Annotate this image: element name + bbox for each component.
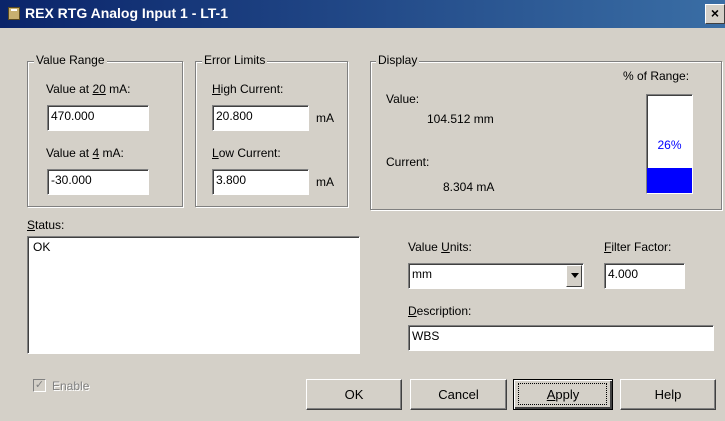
status-textarea[interactable]: OK [27, 236, 360, 354]
chevron-down-icon [571, 273, 579, 278]
ok-button-label: OK [344, 387, 364, 402]
checkmark-icon: ✓ [34, 379, 45, 391]
current-reading: 8.304 mA [443, 180, 495, 194]
low-current-unit: mA [316, 175, 334, 189]
enable-checkbox[interactable]: ✓ [33, 379, 46, 392]
description-input[interactable]: WBS [408, 325, 714, 351]
value-range-legend: Value Range [34, 53, 107, 67]
enable-label: Enable [52, 379, 90, 393]
value-at-20ma-input[interactable]: 470.000 [47, 105, 149, 131]
low-current-label: Low Current: [212, 146, 281, 160]
status-label: Status: [27, 218, 65, 232]
cancel-button[interactable]: Cancel [410, 379, 507, 410]
percent-of-range-label: % of Range: [623, 69, 690, 83]
value-reading-label: Value: [386, 92, 420, 106]
high-current-label: High Current: [212, 82, 284, 96]
value-units-label: Value Units: [408, 240, 472, 254]
description-label: Description: [408, 304, 472, 318]
help-button-label: Help [654, 387, 682, 402]
display-legend: Display [376, 53, 420, 67]
close-button[interactable]: × [705, 4, 725, 24]
range-bar-fill [647, 167, 692, 193]
help-button[interactable]: Help [620, 379, 716, 410]
value-at-4ma-input[interactable]: -30.000 [47, 169, 149, 195]
value-reading: 104.512 mm [427, 112, 494, 126]
filter-factor-label: Filter Factor: [604, 240, 672, 254]
focus-rect [518, 383, 607, 405]
app-icon [8, 7, 20, 20]
cancel-button-label: Cancel [438, 387, 479, 402]
value-at-20ma-label: Value at 20 mA: [46, 82, 131, 96]
ok-button[interactable]: OK [306, 379, 402, 410]
value-units-dropdown-button[interactable] [566, 265, 582, 287]
low-current-input[interactable]: 3.800 [212, 169, 309, 195]
high-current-unit: mA [316, 111, 334, 125]
window-title: REX RTG Analog Input 1 - LT-1 [25, 5, 228, 21]
value-at-4ma-label: Value at 4 mA: [46, 146, 124, 160]
value-units-select[interactable]: mm [408, 263, 584, 289]
apply-button[interactable]: Apply [513, 379, 613, 410]
current-reading-label: Current: [386, 155, 430, 169]
close-icon: × [710, 5, 720, 21]
range-percent-text: 26% [657, 138, 682, 152]
high-current-input[interactable]: 20.800 [212, 105, 309, 131]
filter-factor-input[interactable]: 4.000 [604, 263, 685, 289]
error-limits-legend: Error Limits [202, 53, 268, 67]
value-units-selected: mm [412, 267, 432, 281]
